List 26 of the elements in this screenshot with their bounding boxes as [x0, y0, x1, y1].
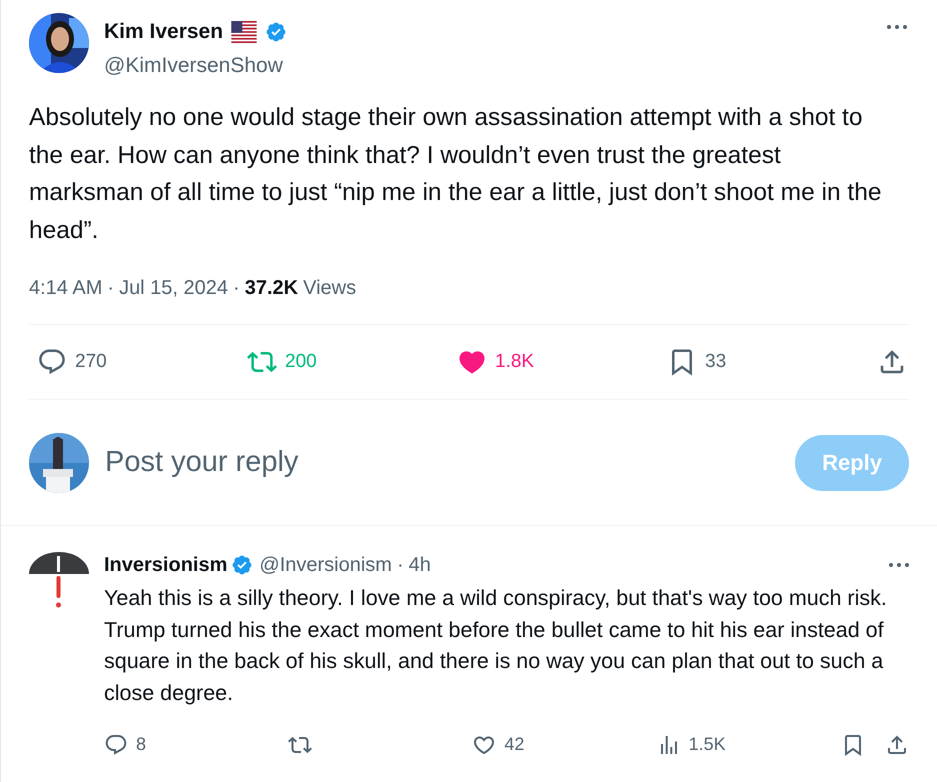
action-count: 270: [75, 350, 107, 374]
author-handle[interactable]: @KimIversenShow: [104, 50, 887, 81]
author-name[interactable]: Inversionism: [104, 550, 228, 580]
tweet-text: Absolutely no one would stage their own assassination attempt with a shot to the ear. How can anyone think that? I wouldn’t even trust the greatest marksman of all time to just “nip me in the ear a little, just don’t shoot me in the head”.: [29, 103, 882, 246]
speech-bubble-icon[interactable]: [104, 732, 128, 756]
action-count: 42: [504, 733, 524, 756]
author-name[interactable]: Kim Iversen: [104, 16, 224, 48]
more-icon[interactable]: [887, 25, 907, 29]
separator-dot: ·: [396, 553, 404, 578]
action-count: 200: [285, 350, 317, 374]
views-label: Views: [303, 276, 356, 300]
views-count: 37.2K: [244, 276, 298, 300]
action-count: 1.5K: [688, 733, 726, 756]
umbrella-logo-icon: [27, 550, 91, 610]
tweet-date[interactable]: Jul 15, 2024: [119, 272, 228, 302]
action-count: 1.8K: [495, 350, 534, 374]
more-icon[interactable]: [889, 563, 909, 567]
action-count: 8: [136, 733, 146, 756]
tweet-time[interactable]: 4:14 AM: [29, 272, 102, 302]
reply-text: Yeah this is a silly theory. I love me a wild conspiracy, but that's way too much risk. Trump turned his the exact moment before the bullet came to hit his ear instead of square in the back of his skull, and there is no way you can plan that out to such a close degree.: [104, 585, 888, 706]
separator-dot: ·: [107, 276, 114, 300]
author-handle[interactable]: @Inversionism: [259, 550, 392, 580]
speech-bubble-icon[interactable]: [37, 347, 67, 377]
separator-dot: ·: [233, 276, 240, 300]
action-count: 33: [705, 350, 726, 374]
post-age[interactable]: 4h: [408, 550, 431, 580]
